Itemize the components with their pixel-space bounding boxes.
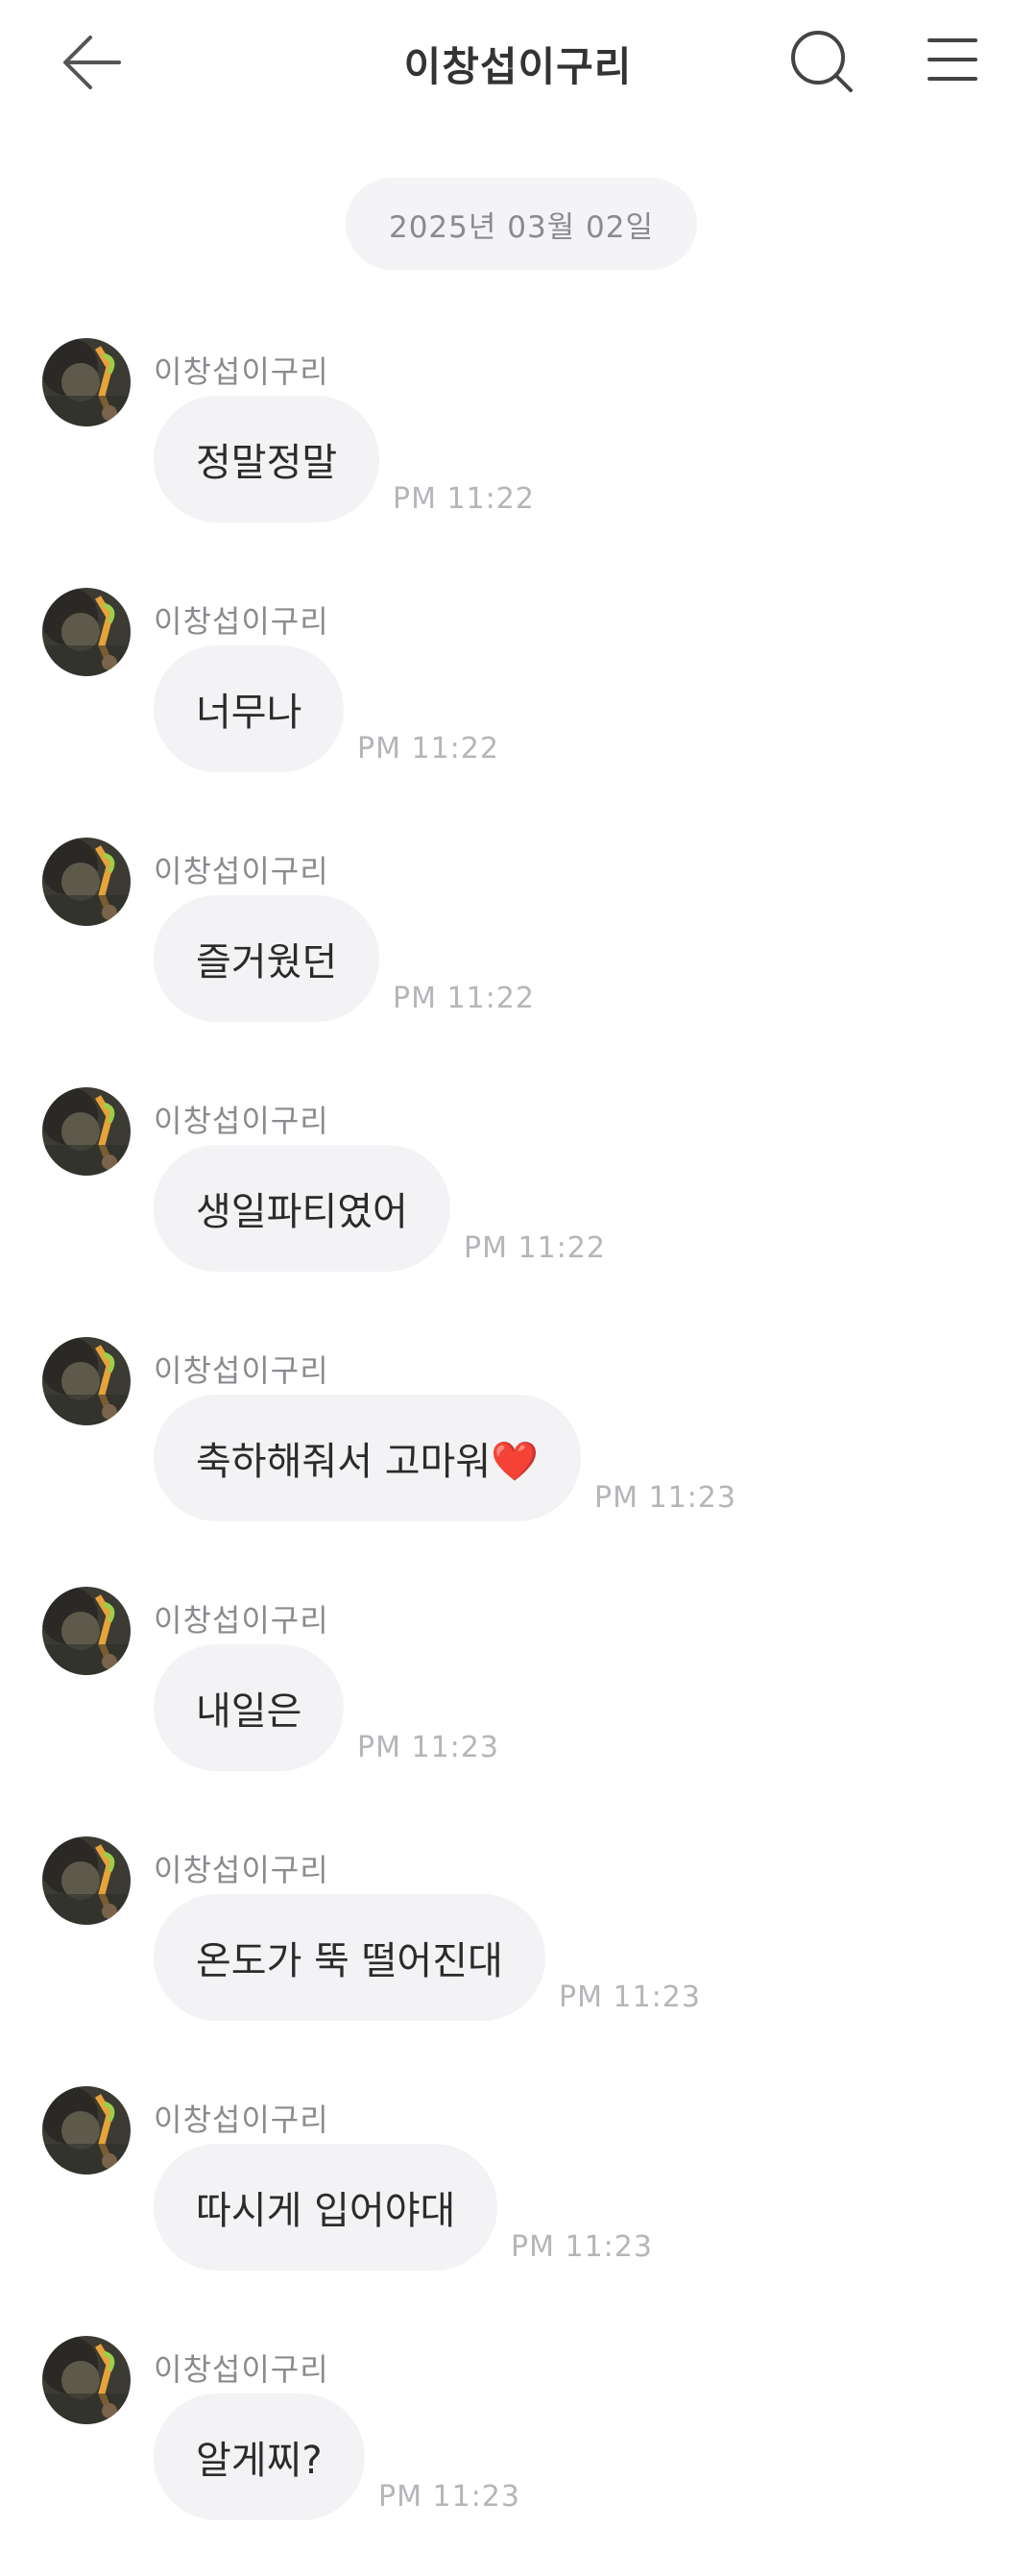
sender-name: 이창섭이구리 [154,1352,329,1389]
message-bubble[interactable]: 정말정말 [154,396,380,522]
message-row: 이창섭이구리내일은 PM 11:23 [0,1587,1036,1827]
message-row: 이창섭이구리온도가 뚝 떨어진대 PM 11:23 [0,1836,1036,2077]
chat-title: 이창섭이구리 [403,43,633,90]
message-timestamp: PM 11:23 [357,1731,499,1764]
search-button[interactable] [787,27,856,96]
chat-header: 이창섭이구리 [0,0,1036,125]
sender-name: 이창섭이구리 [154,603,329,640]
message-row: 이창섭이구리축하해줘서 고마워❤️ PM 11:23 [0,1337,1036,1577]
message-row: 이창섭이구리알게찌? PM 11:23 [0,2336,1036,2576]
message-bubble[interactable]: 온도가 뚝 떨어진대 [154,1894,545,2021]
message-row: 이창섭이구리생일파티였어 PM 11:22 [0,1087,1036,1327]
avatar[interactable] [42,338,131,426]
message-timestamp: PM 11:22 [393,982,535,1015]
message-row: 이창섭이구리즐거웠던 PM 11:22 [0,838,1036,1078]
message-row: 이창섭이구리정말정말 PM 11:22 [0,338,1036,578]
avatar[interactable] [42,1836,131,1925]
avatar[interactable] [42,1087,131,1176]
message-bubble[interactable]: 축하해줘서 고마워❤️ [154,1395,581,1521]
message-row: 이창섭이구리따시게 입어야대 PM 11:23 [0,2086,1036,2326]
avatar[interactable] [42,1337,131,1425]
message-bubble[interactable]: 즐거웠던 [154,895,380,1022]
avatar[interactable] [42,838,131,926]
avatar[interactable] [42,2336,131,2424]
message-timestamp: PM 11:22 [464,1231,606,1265]
search-icon [791,31,853,92]
sender-name: 이창섭이구리 [154,353,329,390]
hamburger-menu-icon [928,38,977,81]
sender-name: 이창섭이구리 [154,2102,329,2138]
sender-name: 이창섭이구리 [154,1103,329,1139]
sender-name: 이창섭이구리 [154,1852,329,1888]
message-timestamp: PM 11:22 [357,732,499,766]
message-bubble[interactable]: 생일파티였어 [154,1145,450,1272]
message-bubble[interactable]: 너무나 [154,645,345,772]
date-divider: 2025년 03월 02일 [346,178,697,270]
message-bubble[interactable]: 따시게 입어야대 [154,2144,498,2271]
message-bubble[interactable]: 내일은 [154,1644,345,1771]
menu-button[interactable] [924,31,981,88]
message-timestamp: PM 11:23 [594,1481,736,1515]
avatar[interactable] [42,1587,131,1675]
message-bubble[interactable]: 알게찌? [154,2394,365,2520]
message-timestamp: PM 11:22 [393,482,535,516]
message-row: 이창섭이구리너무나 PM 11:22 [0,588,1036,828]
sender-name: 이창섭이구리 [154,1602,329,1639]
sender-name: 이창섭이구리 [154,2351,329,2388]
avatar[interactable] [42,2086,131,2175]
avatar[interactable] [42,588,131,676]
message-timestamp: PM 11:23 [559,1981,701,2014]
message-timestamp: PM 11:23 [511,2230,653,2264]
sender-name: 이창섭이구리 [154,853,329,889]
message-timestamp: PM 11:23 [378,2480,520,2514]
